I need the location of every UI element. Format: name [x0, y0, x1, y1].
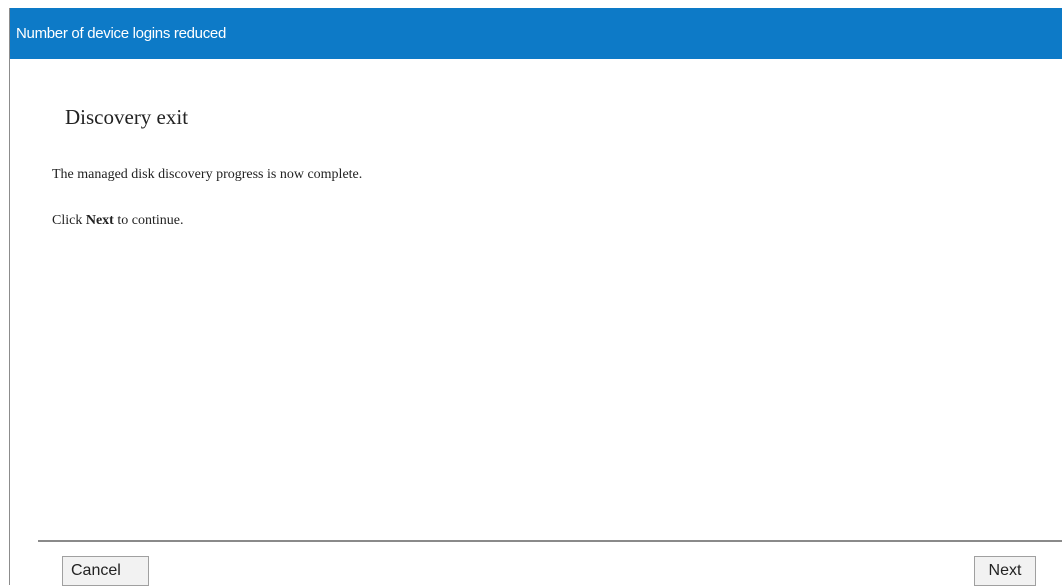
dialog-content: Discovery exit The managed disk discover…	[10, 59, 1062, 586]
dialog-window: Number of device logins reduced Discover…	[9, 8, 1062, 586]
footer-divider	[38, 540, 1062, 542]
cancel-button[interactable]: Cancel	[62, 556, 149, 586]
instruction-next-emphasis: Next	[85, 213, 114, 228]
instruction-suffix: to continue.	[117, 213, 184, 228]
status-message: The managed disk discovery progress is n…	[52, 167, 363, 182]
next-button[interactable]: Next	[974, 556, 1036, 586]
page-title: Discovery exit	[65, 105, 189, 129]
instruction-text: Click Next to continue.	[52, 213, 183, 229]
dialog-title: Number of device logins reduced	[10, 8, 1062, 59]
instruction-prefix: Click	[52, 213, 83, 228]
